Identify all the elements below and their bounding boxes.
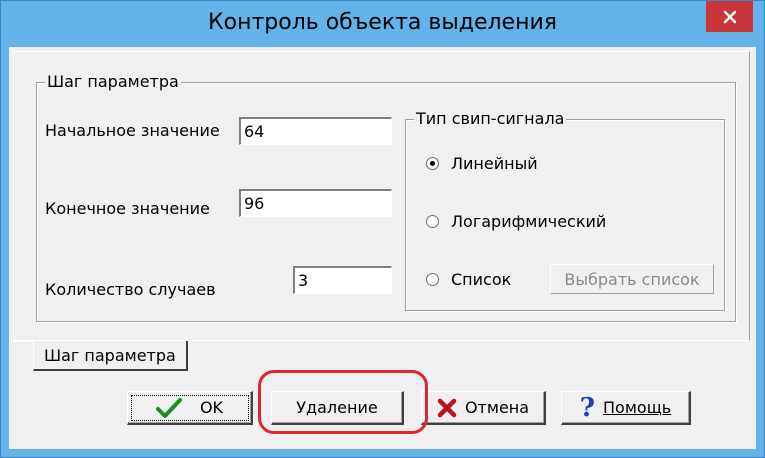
ok-button[interactable]: OK [127,391,253,425]
cancel-button[interactable]: Отмена [421,391,546,425]
tab-strip-edge [13,341,33,342]
sweep-group-caption: Тип свип-сигнала [414,109,567,129]
case-count-input[interactable] [293,266,392,294]
start-value-label: Начальное значение [45,121,220,140]
red-x-icon [437,398,457,418]
dialog-window: Контроль объекта выделения Шаг параметра… [0,0,765,458]
radio-logarithmic[interactable]: Логарифмический [426,212,606,231]
title-bar[interactable]: Контроль объекта выделения [1,1,764,47]
end-value-label: Конечное значение [45,199,210,218]
help-button[interactable]: ? Помощь [561,391,691,425]
cancel-button-label: Отмена [464,398,530,417]
annotation-highlight [258,370,428,434]
question-mark-icon: ? [579,392,596,423]
radio-list-label: Список [451,270,512,289]
radio-button-icon [426,273,439,286]
step-groupbox: Шаг параметра Начальное значение Конечно… [36,72,736,322]
dialog-client-area: Шаг параметра Начальное значение Конечно… [9,47,756,449]
help-button-label: Помощь [603,398,672,417]
radio-logarithmic-label: Логарифмический [451,212,607,231]
sweep-type-groupbox: Тип свип-сигнала Линейный Логарифмически… [405,109,725,311]
radio-button-icon [426,157,439,170]
radio-linear[interactable]: Линейный [426,154,538,173]
ok-button-label: OK [199,398,224,417]
close-button[interactable] [706,1,753,32]
close-icon [723,10,736,23]
case-count-label: Количество случаев [45,280,216,299]
tab-step-parameter[interactable]: Шаг параметра [33,341,188,371]
start-value-input[interactable] [239,117,392,145]
step-group-caption: Шаг параметра [45,72,181,92]
window-title: Контроль объекта выделения [207,10,557,35]
choose-list-button[interactable]: Выбрать список [550,264,714,294]
end-value-input[interactable] [239,189,392,217]
tab-page-step: Шаг параметра Начальное значение Конечно… [13,51,750,341]
radio-button-icon [426,215,439,228]
radio-linear-label: Линейный [451,154,538,173]
checkmark-icon [155,397,182,419]
radio-list[interactable]: Список [426,270,511,289]
